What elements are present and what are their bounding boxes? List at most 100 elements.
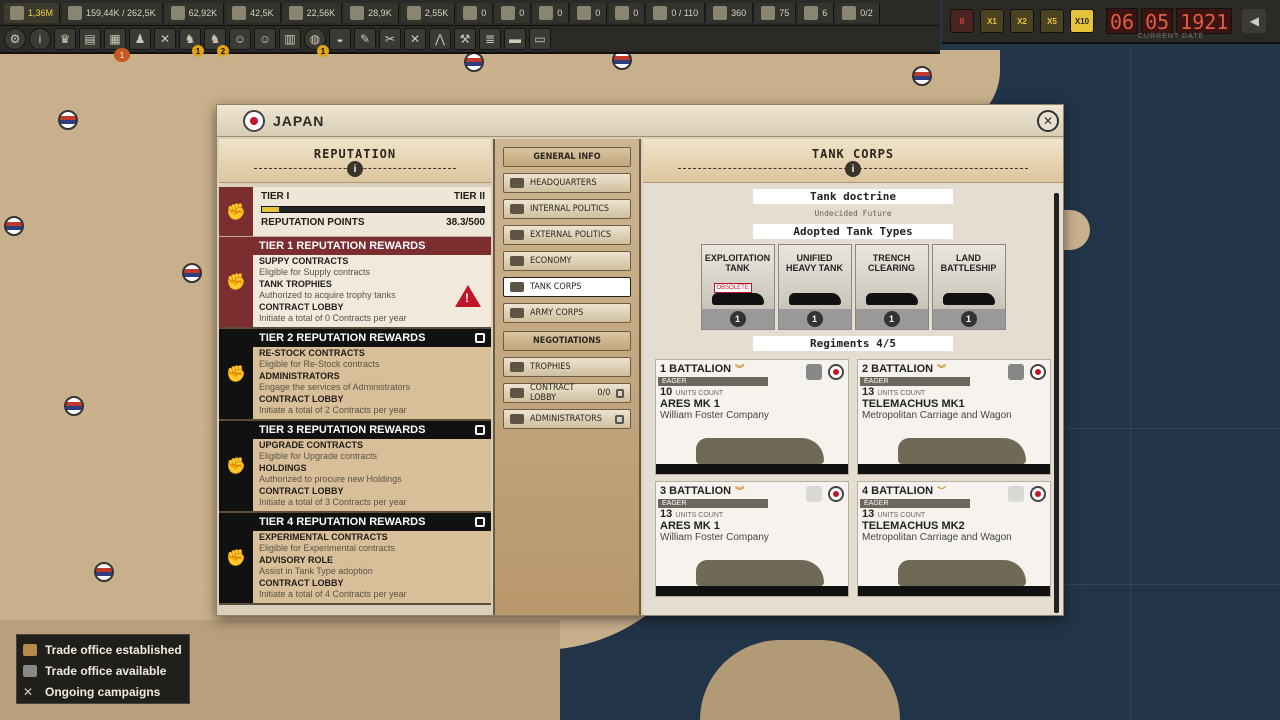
- design-button[interactable]: ✂: [379, 28, 401, 50]
- battalion-card[interactable]: 3 BATTALION ︾ EAGER 13 UNITS COUNT ARES M…: [655, 481, 849, 597]
- warning-icon[interactable]: [455, 285, 481, 307]
- buildings-counter[interactable]: 0/2: [836, 2, 880, 23]
- workshop-button[interactable]: ✕: [404, 28, 426, 50]
- speed-x2-button[interactable]: X2: [1010, 9, 1034, 33]
- officers-button[interactable]: ☺: [229, 28, 251, 50]
- research-button[interactable]: ✎: [354, 28, 376, 50]
- nav-trophies[interactable]: TROPHIES: [503, 357, 631, 377]
- combat-button[interactable]: ✕: [154, 28, 176, 50]
- nav-tank-corps[interactable]: TANK CORPS: [503, 277, 631, 297]
- info-icon[interactable]: i: [347, 161, 363, 177]
- resource-chem[interactable]: 0: [571, 2, 608, 23]
- staff-button[interactable]: ♟: [129, 28, 151, 50]
- japan-flag-icon: [828, 364, 844, 380]
- search-icon: [510, 230, 524, 240]
- vehicles-button[interactable]: ▭: [529, 28, 551, 50]
- country-flag-marker[interactable]: [58, 110, 78, 130]
- production-button[interactable]: ◒: [329, 28, 351, 50]
- tier-3-rewards[interactable]: ✊ TIER 3 REPUTATION REWARDS UPGRADE CONT…: [219, 421, 491, 513]
- engineers-button[interactable]: ☺: [254, 28, 276, 50]
- recruit-button[interactable]: ♞ 2: [204, 28, 229, 57]
- resource-crate[interactable]: 0: [457, 2, 494, 23]
- tank-type-card[interactable]: LAND BATTLESHIP 1: [931, 244, 1006, 330]
- resource-grain[interactable]: 0: [495, 2, 532, 23]
- country-panel: JAPAN ✕ REPUTATION i ✊ TIER I TIER II RE…: [216, 104, 1064, 616]
- info-icon[interactable]: i: [845, 161, 861, 177]
- tier-4-rewards[interactable]: ✊ TIER 4 REPUTATION REWARDS EXPERIMENTAL…: [219, 513, 491, 605]
- country-flag-marker[interactable]: [912, 66, 932, 86]
- reward-item: CONTRACT LOBBY Initiate a total of 2 Cont…: [253, 394, 491, 416]
- commander-portrait-icon[interactable]: [806, 364, 822, 380]
- speed-x5-button[interactable]: X5: [1040, 9, 1064, 33]
- speed-x1-button[interactable]: X1: [980, 9, 1004, 33]
- money-counter[interactable]: 1,36M: [4, 2, 61, 23]
- country-flag-marker[interactable]: [94, 562, 114, 582]
- legend-item: ✕ Ongoing campaigns: [23, 681, 183, 702]
- resource-fabric[interactable]: 0: [533, 2, 570, 23]
- globe-button[interactable]: ◍ 1: [304, 28, 329, 57]
- soldiers-counter[interactable]: 360: [707, 2, 754, 23]
- tier-1-rewards[interactable]: ✊ TIER 1 REPUTATION REWARDS SUPPY CONTRA…: [219, 237, 491, 329]
- battalion-card[interactable]: 2 BATTALION ︾ EAGER 13 UNITS COUNT TELEMA…: [857, 359, 1051, 475]
- resource-rubber[interactable]: 22,56K: [282, 2, 343, 23]
- country-flag-marker[interactable]: [64, 396, 84, 416]
- settings-button[interactable]: ⚙: [4, 28, 26, 50]
- generals-counter[interactable]: 6: [798, 2, 835, 23]
- tanks-button[interactable]: ▬: [504, 28, 526, 50]
- resource-parts[interactable]: 2,55K: [400, 2, 456, 23]
- commander-portrait-icon[interactable]: [1008, 486, 1024, 502]
- tier-2-rewards[interactable]: ✊ TIER 2 REPUTATION REWARDS RE-STOCK CON…: [219, 329, 491, 421]
- search-icon: [510, 204, 524, 214]
- officers-counter[interactable]: 75: [755, 2, 797, 23]
- commander-portrait-icon[interactable]: [1008, 364, 1024, 380]
- type-count: 1: [960, 311, 977, 327]
- unit-value: 360: [731, 7, 747, 18]
- nav-economy[interactable]: ECONOMY: [503, 251, 631, 271]
- resource-oil[interactable]: 42,5K: [226, 2, 281, 23]
- close-button[interactable]: ✕: [1037, 110, 1059, 132]
- count-value: 13: [660, 508, 673, 520]
- nav-label: CONTRACT LOBBY: [530, 383, 575, 403]
- blueprint-button[interactable]: ⋀: [429, 28, 451, 50]
- notification-badge: 1: [317, 45, 329, 57]
- tank-type-card[interactable]: EXPLOITATION TANK OBSOLETE 1: [700, 244, 775, 330]
- reward-item: EXPERIMENTAL CONTRACTS Eligible for Exper…: [253, 532, 491, 554]
- country-flag-marker[interactable]: [464, 52, 484, 72]
- archive-button[interactable]: ▤: [79, 28, 101, 50]
- nav-internal-politics[interactable]: INTERNAL POLITICS: [503, 199, 631, 219]
- document-icon: ▦: [109, 32, 121, 46]
- battalion-card[interactable]: 1 BATTALION ︾ EAGER 10 UNITS COUNT ARES M…: [655, 359, 849, 475]
- japan-flag-icon: [1030, 364, 1046, 380]
- battalion-card[interactable]: 4 BATTALION ︶ EAGER 13 UNITS COUNT TELEMA…: [857, 481, 1051, 597]
- resource-value: 22,56K: [306, 7, 336, 18]
- capacity-counter[interactable]: 0 / 110: [647, 2, 706, 23]
- pause-button[interactable]: II: [950, 9, 974, 33]
- trophy-button[interactable]: ♛: [54, 28, 76, 50]
- factory-button[interactable]: ▥: [279, 28, 301, 50]
- units-button[interactable]: ♞ 1: [179, 28, 204, 57]
- sound-button[interactable]: ◀: [1242, 9, 1267, 33]
- speed-x10-button[interactable]: X10: [1070, 9, 1094, 33]
- nav-headquarters[interactable]: HEADQUARTERS: [503, 173, 631, 193]
- stockpile-button[interactable]: ≣: [479, 28, 501, 50]
- resource-coal[interactable]: 159,44K / 262,5K: [62, 2, 163, 23]
- nav-administrators[interactable]: ADMINISTRATORS: [503, 409, 631, 429]
- tank-type-card[interactable]: TRENCH CLEARING 1: [854, 244, 929, 330]
- tank-type-card[interactable]: UNIFIED HEAVY TANK 1: [777, 244, 852, 330]
- country-flag-marker[interactable]: [4, 216, 24, 236]
- nav-external-politics[interactable]: EXTERNAL POLITICS: [503, 225, 631, 245]
- resource-steel[interactable]: 62,92K: [164, 2, 225, 23]
- scrollbar[interactable]: [1054, 193, 1059, 613]
- commander-portrait-icon[interactable]: [806, 486, 822, 502]
- documents-button[interactable]: ▦: [104, 28, 126, 50]
- map-gridline: [1130, 44, 1131, 720]
- resource-bag[interactable]: 0: [609, 2, 646, 23]
- morale-badge: EAGER: [658, 499, 768, 508]
- repair-button[interactable]: ⚒: [454, 28, 476, 50]
- info-button[interactable]: i: [29, 28, 51, 50]
- resource-ammo[interactable]: 28,9K: [344, 2, 399, 23]
- nav-contract-lobby[interactable]: CONTRACT LOBBY 0/0: [503, 383, 631, 403]
- alert-badge[interactable]: 1: [114, 48, 130, 62]
- country-flag-marker[interactable]: [182, 263, 202, 283]
- nav-army-corps[interactable]: ARMY CORPS: [503, 303, 631, 323]
